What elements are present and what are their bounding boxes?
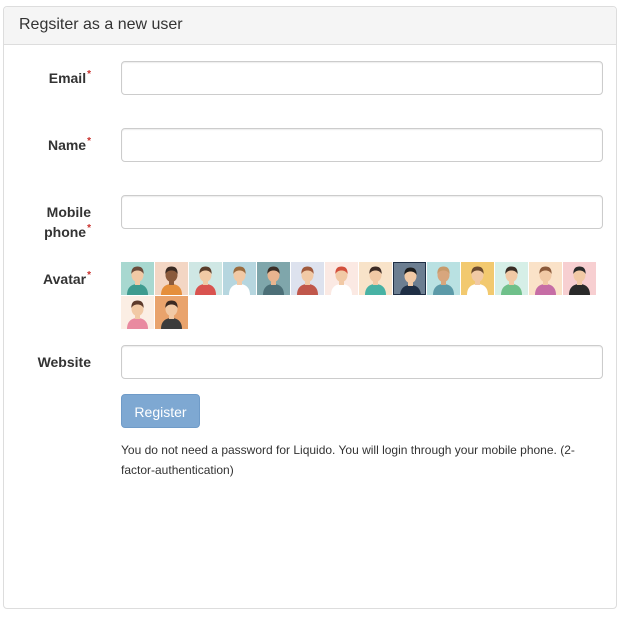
help-text: You do not need a password for Liquido. … [121,443,575,477]
website-field[interactable] [121,345,603,379]
avatar-option-8[interactable] [359,262,392,295]
register-panel: Regsiter as a new user [3,6,617,609]
name-field[interactable] [121,128,603,162]
avatar-person-icon [189,262,222,295]
required-mark: * [87,223,91,234]
email-field[interactable] [121,61,603,95]
required-mark: * [87,69,91,80]
avatar-person-icon [563,262,596,295]
website-label-text: Website [37,354,91,370]
mobile-label-line1: Mobile [46,204,91,220]
avatar-option-3[interactable] [189,262,222,295]
avatar-label-text: Avatar [43,271,87,287]
website-label: Website [0,352,91,372]
mobile-phone-label: Mobile phone* [0,202,91,242]
avatar-option-4[interactable] [223,262,256,295]
avatar-option-12[interactable] [495,262,528,295]
mobile-phone-field[interactable] [121,195,603,229]
avatar-option-10[interactable] [427,262,460,295]
email-label: Email* [0,68,91,88]
avatar-person-icon [121,296,154,329]
avatar-option-14[interactable] [563,262,596,295]
required-mark: * [87,270,91,281]
panel-title: Regsiter as a new user [4,7,616,45]
avatar-option-9[interactable] [393,262,426,295]
avatar-option-7[interactable] [325,262,358,295]
avatar-option-1[interactable] [121,262,154,295]
register-button[interactable]: Register [121,394,200,428]
avatar-option-6[interactable] [291,262,324,295]
avatar-person-icon [223,262,256,295]
avatar-option-13[interactable] [529,262,562,295]
avatar-person-icon [529,262,562,295]
avatar-option-15[interactable] [121,296,154,329]
required-mark: * [87,136,91,147]
email-label-text: Email [48,70,87,86]
name-label: Name* [0,135,91,155]
avatar-person-icon [495,262,528,295]
avatar-person-icon [394,263,425,294]
avatar-person-icon [461,262,494,295]
mobile-label-line2: phone [44,224,87,240]
name-label-text: Name [47,137,87,153]
avatar-option-5[interactable] [257,262,290,295]
avatar-option-11[interactable] [461,262,494,295]
avatar-person-icon [155,262,188,295]
avatar-person-icon [427,262,460,295]
avatar-option-2[interactable] [155,262,188,295]
avatar-person-icon [257,262,290,295]
avatar-person-icon [325,262,358,295]
avatar-label: Avatar* [0,269,91,289]
avatar-person-icon [359,262,392,295]
avatar-person-icon [291,262,324,295]
avatar-person-icon [121,262,154,295]
avatar-person-icon [155,296,188,329]
avatar-option-16[interactable] [155,296,188,329]
